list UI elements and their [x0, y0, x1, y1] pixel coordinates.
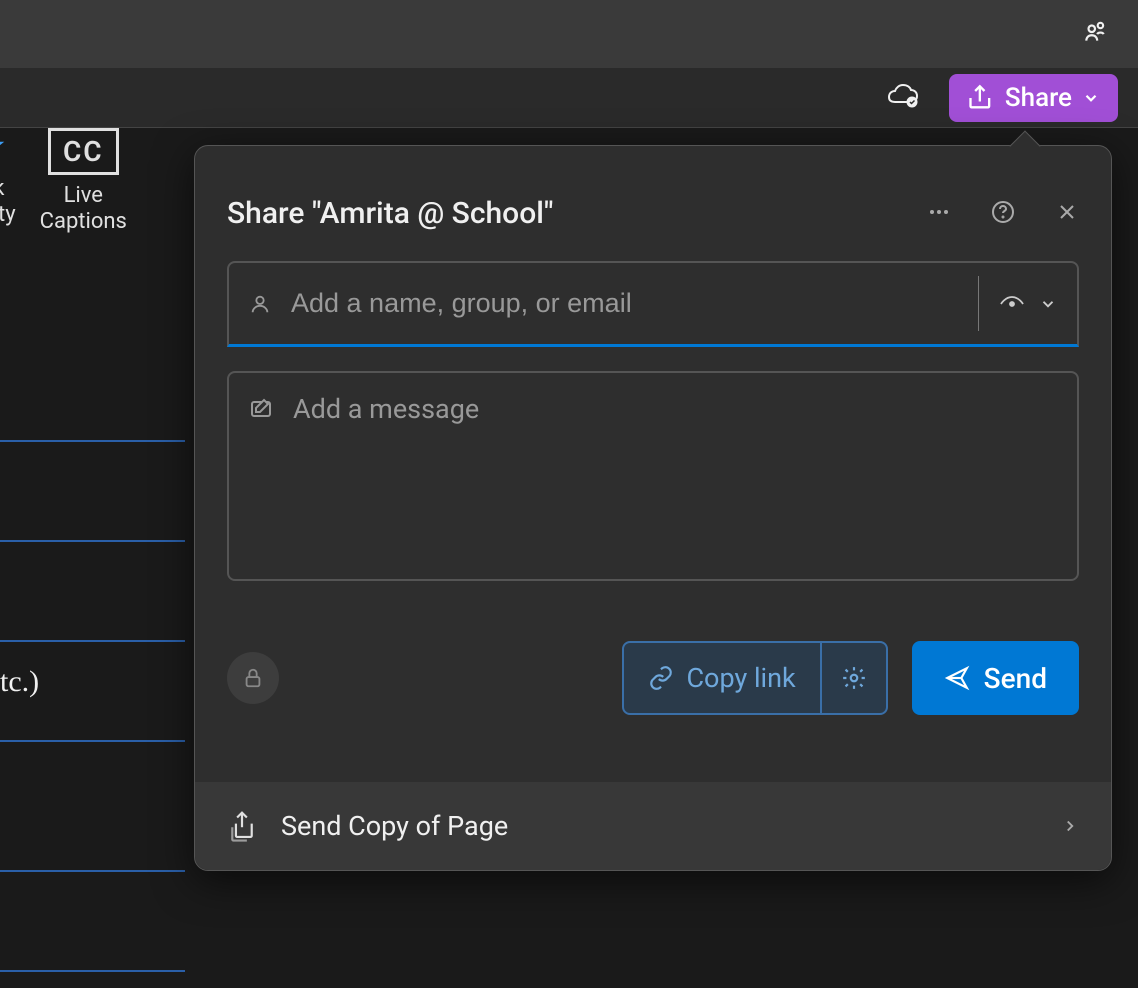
- help-icon[interactable]: [991, 200, 1015, 228]
- chevron-down-icon: [1082, 89, 1100, 107]
- cc-icon: CC: [48, 128, 119, 175]
- ribbon-item-live-captions[interactable]: CC Live Captions: [40, 128, 127, 236]
- person-icon: [249, 293, 271, 315]
- ribbon-toolbar: Share: [0, 68, 1138, 128]
- more-options-icon[interactable]: [927, 200, 951, 228]
- send-button[interactable]: Send: [912, 641, 1079, 715]
- send-button-label: Send: [984, 662, 1047, 695]
- link-icon: [648, 665, 674, 691]
- dialog-title: Share "Amrita @ School": [227, 196, 553, 231]
- ribbon-left-group: k ility CC Live Captions: [0, 128, 127, 236]
- share-button-label: Share: [1005, 83, 1072, 113]
- permission-dropdown[interactable]: [999, 294, 1057, 314]
- link-settings-button[interactable]: [822, 643, 886, 713]
- share-dialog: Share "Amrita @ School": [194, 145, 1112, 871]
- copy-link-label: Copy link: [686, 662, 795, 694]
- chevron-right-icon: [1061, 814, 1079, 838]
- close-icon[interactable]: [1055, 200, 1079, 228]
- handwritten-text: tc.): [0, 665, 39, 699]
- send-copy-row[interactable]: Send Copy of Page: [195, 782, 1111, 870]
- ribbon-item-accessibility[interactable]: k ility: [0, 128, 16, 236]
- recipient-input-container: [227, 261, 1079, 347]
- share-button[interactable]: Share: [949, 74, 1118, 122]
- dialog-action-row: Copy link Send: [227, 641, 1079, 715]
- eye-icon: [999, 294, 1025, 314]
- recipient-input[interactable]: [291, 276, 979, 331]
- share-copy-icon: [227, 809, 257, 843]
- window-titlebar: [0, 0, 1138, 68]
- send-icon: [944, 665, 970, 691]
- message-input[interactable]: [293, 393, 1057, 559]
- send-copy-label: Send Copy of Page: [281, 810, 1037, 842]
- edit-icon: [249, 397, 273, 421]
- copy-link-group: Copy link: [622, 641, 887, 715]
- share-icon: [967, 84, 995, 112]
- copy-link-button[interactable]: Copy link: [624, 643, 821, 713]
- chevron-down-icon: [1039, 295, 1057, 313]
- dialog-header: Share "Amrita @ School": [195, 146, 1111, 261]
- collaborators-icon[interactable]: [1082, 19, 1108, 49]
- cloud-sync-icon[interactable]: [885, 84, 919, 112]
- message-input-container: [227, 371, 1079, 581]
- gear-icon: [841, 665, 867, 691]
- permissions-lock-button[interactable]: [227, 652, 279, 704]
- lock-icon: [242, 667, 264, 689]
